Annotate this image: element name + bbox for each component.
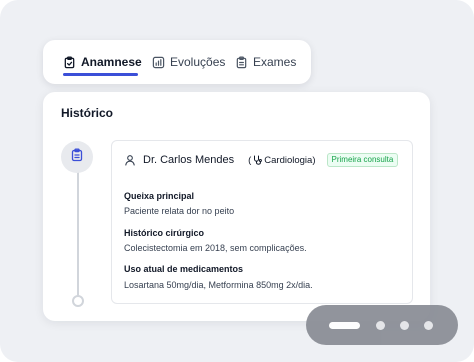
field-value: Losartana 50mg/dia, Metformina 850mg 2x/… [124, 280, 313, 290]
specialty-paren: ( [248, 154, 252, 166]
tab-exames[interactable]: Exames [235, 40, 296, 84]
clipboard-list-icon [235, 56, 248, 69]
chart-icon [152, 56, 165, 69]
tab-label: Anamnese [81, 55, 142, 69]
tab-bar: Anamnese Evoluções Exames [43, 40, 311, 84]
page-dot-active[interactable] [329, 322, 360, 329]
field-value: Paciente relata dor no peito [124, 206, 235, 216]
tab-anamnese[interactable]: Anamnese [63, 40, 142, 84]
timeline-node [61, 141, 93, 173]
page-dot[interactable] [376, 321, 385, 330]
tab-label: Evoluções [170, 55, 226, 69]
background: Anamnese Evoluções Exames Histórico Dr. … [0, 0, 474, 362]
clipboard-check-icon [63, 55, 76, 69]
tab-label: Exames [253, 55, 297, 69]
user-icon [124, 154, 136, 166]
specialty-label: Cardiologia) [264, 154, 316, 166]
history-card: Histórico Dr. Carlos Mendes (Cardiologi… [43, 92, 430, 321]
status-badge: Primeira consulta [326, 153, 399, 167]
timeline-line [77, 172, 79, 296]
page-dot[interactable] [424, 321, 433, 330]
clipboard-icon [70, 148, 84, 167]
tab-evolucoes[interactable]: Evoluções [152, 40, 225, 84]
field-value: Colecistectomia em 2018, sem complicaçõe… [124, 243, 307, 253]
field-label: Uso atual de medicamentos [124, 264, 244, 274]
field-label: Histórico cirúrgico [124, 228, 205, 238]
specialty: ( Cardiologia) [248, 155, 315, 166]
page-indicator [306, 305, 458, 345]
history-entry[interactable]: Dr. Carlos Mendes ( Cardiologia) Primeir… [111, 140, 413, 304]
active-tab-indicator [63, 73, 138, 76]
stethoscope-icon [253, 155, 263, 165]
doctor-row: Dr. Carlos Mendes ( Cardiologia) Primeir… [124, 152, 399, 168]
section-title: Histórico [61, 106, 114, 120]
field-label: Queixa principal [124, 191, 195, 201]
doctor-name: Dr. Carlos Mendes [143, 154, 235, 166]
timeline-end-dot [72, 295, 84, 307]
page-dot[interactable] [400, 321, 409, 330]
